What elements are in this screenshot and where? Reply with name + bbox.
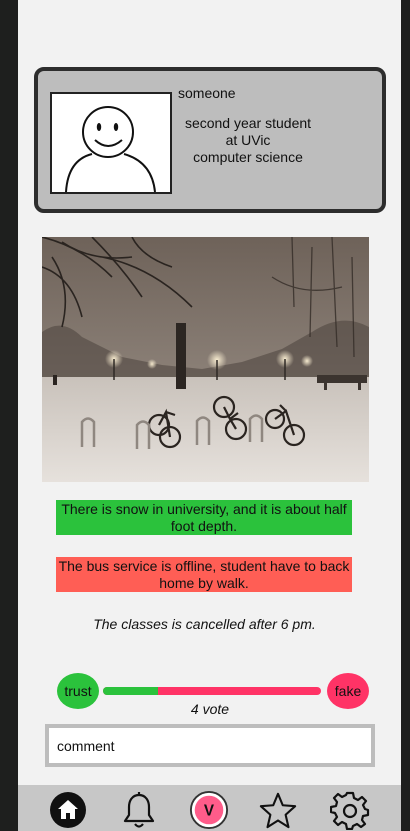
bell-icon bbox=[123, 792, 155, 828]
post-photo bbox=[42, 237, 369, 482]
profile-name: someone bbox=[178, 85, 236, 101]
star-icon bbox=[259, 792, 297, 829]
v-label: V bbox=[204, 803, 215, 820]
trust-button[interactable]: trust bbox=[57, 673, 99, 709]
claim-false: The bus service is offline, student have… bbox=[56, 557, 352, 592]
bio-line: second year student bbox=[184, 115, 312, 131]
gear-icon bbox=[330, 791, 370, 830]
nav-home[interactable] bbox=[48, 790, 88, 830]
comment-input[interactable] bbox=[49, 728, 371, 763]
trust-fill bbox=[103, 687, 158, 695]
claim-true: There is snow in university, and it is a… bbox=[56, 500, 352, 535]
phone-screen: someone second year student at UVic comp… bbox=[18, 0, 401, 831]
v-icon: V bbox=[189, 790, 229, 830]
claim-neutral: The classes is cancelled after 6 pm. bbox=[93, 616, 316, 632]
vote-ratio-bar bbox=[103, 687, 321, 695]
nav-notifications[interactable] bbox=[119, 790, 159, 830]
nav-settings[interactable] bbox=[330, 790, 370, 830]
fake-button[interactable]: fake bbox=[327, 673, 369, 709]
nav-verify[interactable]: V bbox=[189, 790, 229, 830]
bio-line: computer science bbox=[193, 149, 303, 165]
profile-bio: second year student at UVic computer sci… bbox=[168, 115, 328, 166]
comment-box[interactable] bbox=[45, 724, 375, 767]
vote-count: 4 vote bbox=[190, 701, 230, 717]
smiley-face-icon bbox=[65, 106, 156, 192]
bio-line: at UVic bbox=[225, 132, 271, 148]
bottom-nav: V bbox=[18, 785, 401, 831]
avatar bbox=[50, 92, 172, 194]
home-icon bbox=[50, 792, 86, 828]
profile-card[interactable]: someone second year student at UVic comp… bbox=[34, 67, 386, 213]
nav-favorites[interactable] bbox=[258, 790, 298, 830]
